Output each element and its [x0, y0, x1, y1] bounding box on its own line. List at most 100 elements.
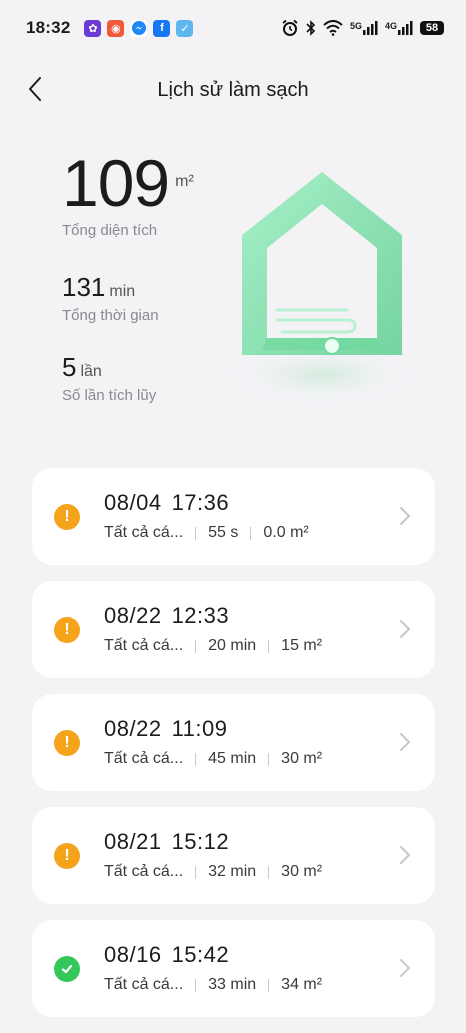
total-area-unit: m² — [175, 173, 194, 190]
chevron-right-icon — [400, 959, 410, 977]
warning-icon: ! — [54, 616, 80, 643]
alarm-icon — [282, 19, 298, 36]
wifi-icon — [323, 20, 343, 36]
history-record-card[interactable]: ! 08/21 15:12 Tất cả cá... 32 min 30 m² — [32, 807, 435, 904]
divider — [195, 639, 197, 653]
divider — [268, 865, 270, 879]
record-details: 08/22 12:33 Tất cả cá... 20 min 15 m² — [104, 603, 322, 655]
warning-icon: ! — [54, 842, 80, 869]
total-time-unit: min — [109, 283, 136, 300]
record-time: 15:42 — [171, 942, 230, 967]
record-details: 08/21 15:12 Tất cả cá... 32 min 30 m² — [104, 829, 322, 881]
total-time-stat: 131 min Tổng thời gian — [62, 274, 159, 324]
record-details: 08/22 11:09 Tất cả cá... 45 min 30 m² — [104, 716, 322, 768]
divider — [268, 752, 270, 766]
record-details: 08/16 15:42 Tất cả cá... 33 min 34 m² — [104, 942, 322, 994]
signal-icon — [362, 21, 378, 35]
cleaning-history-list: ! 08/04 17:36 Tất cả cá... 55 s 0.0 m² ! … — [32, 468, 435, 1033]
total-area-label: Tổng diện tích — [62, 222, 158, 239]
record-time: 15:12 — [171, 829, 230, 854]
page-title: Lịch sử làm sạch — [157, 78, 309, 101]
record-mode: Tất cả cá... — [104, 976, 184, 993]
record-duration: 33 min — [208, 976, 257, 993]
record-mode: Tất cả cá... — [104, 750, 184, 767]
record-time: 17:36 — [171, 490, 230, 515]
record-meta: Tất cả cá... 20 min 15 m² — [104, 637, 322, 655]
network-type-label: 4G — [384, 21, 397, 31]
check-app-icon: ✓ — [176, 19, 194, 37]
record-datetime: 08/16 15:42 — [104, 942, 322, 968]
total-count-stat: 5 lần Số lần tích lũy — [62, 354, 156, 404]
signal-4g: 4G — [385, 20, 413, 36]
divider — [268, 639, 270, 653]
divider — [195, 526, 197, 540]
total-count-label: Số lần tích lũy — [62, 387, 157, 404]
status-time: 18:32 — [26, 18, 71, 37]
record-meta: Tất cả cá... 55 s 0.0 m² — [104, 524, 309, 542]
divider — [250, 526, 252, 540]
battery-indicator: 58 — [420, 21, 444, 35]
record-area: 34 m² — [281, 976, 323, 993]
record-date: 08/04 — [104, 490, 162, 515]
record-date: 08/22 — [104, 603, 162, 628]
record-duration: 32 min — [208, 863, 257, 880]
history-record-card[interactable]: ! 08/22 12:33 Tất cả cá... 20 min 15 m² — [32, 581, 435, 678]
record-date: 08/16 — [104, 942, 162, 967]
record-time: 12:33 — [171, 603, 230, 628]
record-duration: 20 min — [208, 637, 257, 654]
divider — [195, 978, 197, 992]
divider — [195, 865, 197, 879]
divider — [195, 752, 197, 766]
record-area: 15 m² — [281, 637, 323, 654]
record-datetime: 08/22 12:33 — [104, 603, 322, 629]
total-count-unit: lần — [80, 363, 102, 380]
total-area-value: 109 — [62, 146, 170, 220]
chevron-right-icon — [400, 507, 410, 525]
record-meta: Tất cả cá... 45 min 30 m² — [104, 750, 322, 768]
signal-5g: 5G — [350, 20, 378, 36]
record-datetime: 08/22 11:09 — [104, 716, 322, 742]
chevron-right-icon — [400, 846, 410, 864]
app-notification-icon: ✿ — [84, 19, 102, 37]
record-mode: Tất cả cá... — [104, 863, 184, 880]
total-time-value: 131 — [62, 272, 106, 302]
record-duration: 55 s — [208, 524, 239, 541]
chevron-left-icon — [29, 77, 41, 101]
record-meta: Tất cả cá... 32 min 30 m² — [104, 863, 322, 881]
back-button[interactable] — [20, 74, 50, 104]
app-notification-icon: ◉ — [107, 19, 125, 37]
status-bar: 18:32 ✿ ◉ f ✓ 5G 4G 58 — [0, 0, 466, 56]
record-date: 08/21 — [104, 829, 162, 854]
signal-icon — [398, 21, 413, 35]
record-mode: Tất cả cá... — [104, 524, 184, 541]
bluetooth-icon — [306, 20, 316, 36]
record-area: 0.0 m² — [263, 524, 309, 541]
notification-icons: ✿ ◉ f ✓ — [84, 19, 194, 37]
record-datetime: 08/21 15:12 — [104, 829, 322, 855]
record-date: 08/22 — [104, 716, 162, 741]
record-duration: 45 min — [208, 750, 257, 767]
chevron-right-icon — [400, 620, 410, 638]
warning-icon: ! — [54, 503, 80, 530]
messenger-icon — [130, 19, 148, 37]
system-icons: 5G 4G 58 — [281, 19, 444, 37]
record-details: 08/04 17:36 Tất cả cá... 55 s 0.0 m² — [104, 490, 309, 542]
chevron-right-icon — [400, 733, 410, 751]
success-check-icon — [54, 955, 80, 982]
warning-icon: ! — [54, 729, 80, 756]
record-datetime: 08/04 17:36 — [104, 490, 309, 516]
record-meta: Tất cả cá... 33 min 34 m² — [104, 976, 322, 994]
record-area: 30 m² — [281, 750, 323, 767]
divider — [268, 978, 270, 992]
top-bar: Lịch sử làm sạch — [0, 62, 466, 118]
history-record-card[interactable]: ! 08/22 11:09 Tất cả cá... 45 min 30 m² — [32, 694, 435, 791]
total-count-value: 5 — [62, 352, 77, 382]
record-area: 30 m² — [281, 863, 323, 880]
record-time: 11:09 — [171, 716, 228, 741]
house-illustration — [227, 172, 417, 405]
record-mode: Tất cả cá... — [104, 637, 184, 654]
history-record-card[interactable]: ! 08/04 17:36 Tất cả cá... 55 s 0.0 m² — [32, 468, 435, 565]
network-type-label: 5G — [349, 21, 362, 31]
history-record-card[interactable]: 08/16 15:42 Tất cả cá... 33 min 34 m² — [32, 920, 435, 1017]
total-area-stat: 109 m² Tổng diện tích — [62, 150, 194, 239]
